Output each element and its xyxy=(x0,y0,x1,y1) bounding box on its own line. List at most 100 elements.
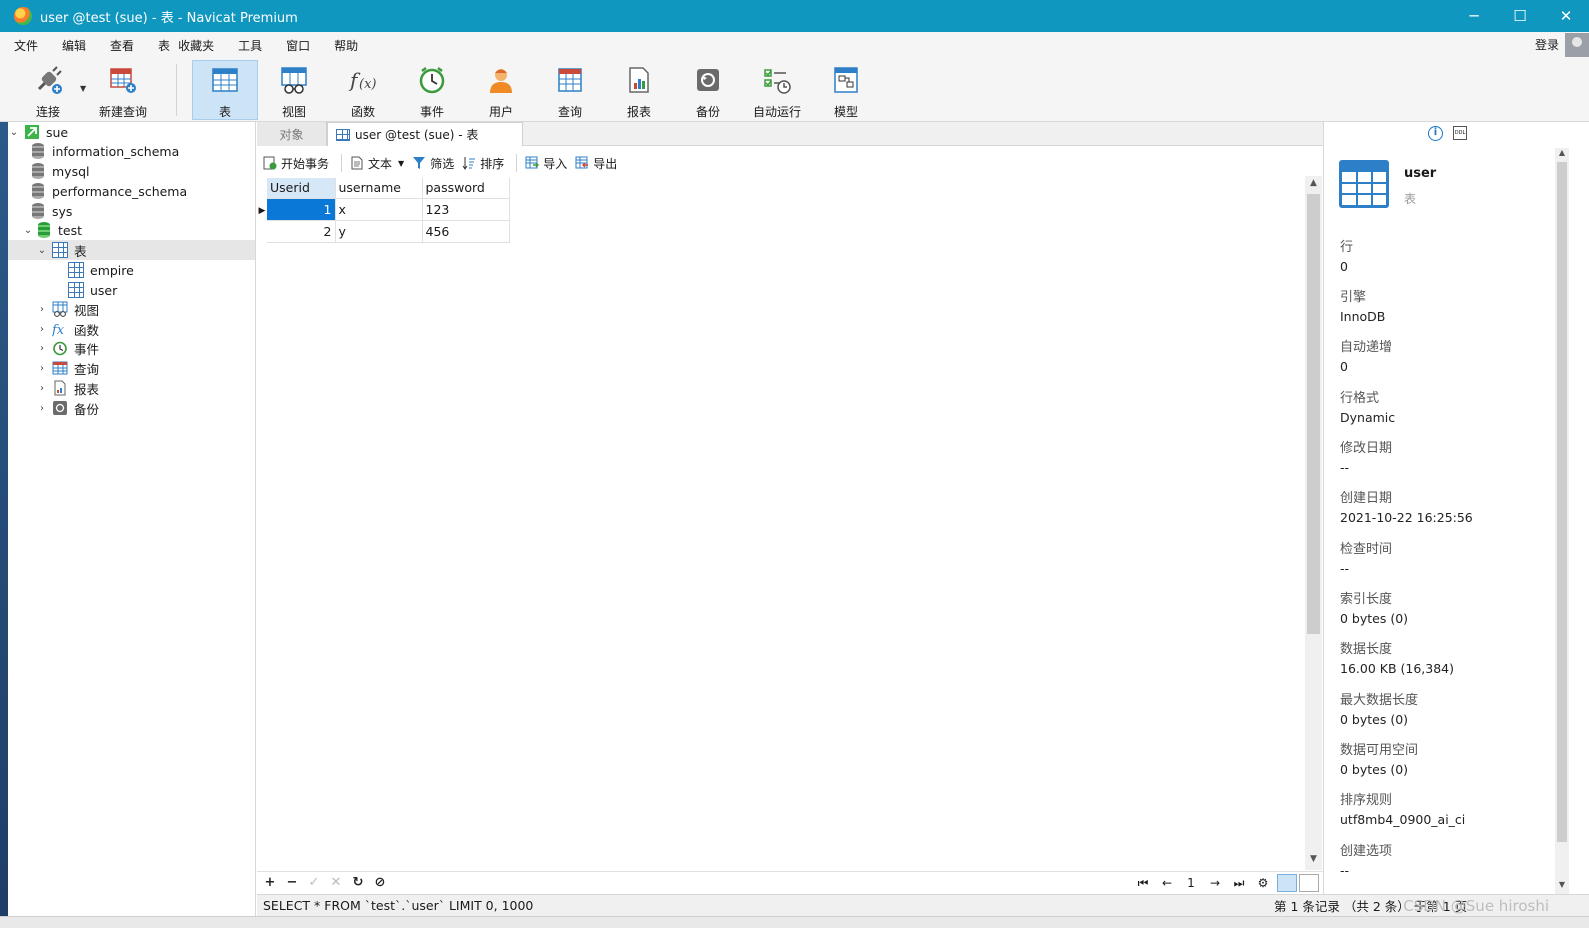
chevron-down-icon[interactable]: ▼ xyxy=(398,159,404,168)
table-cell[interactable]: x xyxy=(335,198,423,221)
column-header-password[interactable]: password xyxy=(422,178,510,199)
new-query-label: 新建查询 xyxy=(98,105,147,119)
page-number[interactable]: 1 xyxy=(1179,876,1203,890)
backup-button[interactable]: 备份 xyxy=(675,60,741,120)
property-value: 0 bytes (0) xyxy=(1340,762,1409,777)
user-button[interactable]: 用户 xyxy=(468,60,534,120)
column-header-userid[interactable]: Userid xyxy=(267,178,336,199)
property-value: -- xyxy=(1340,460,1350,475)
current-row-marker-icon: ▶ xyxy=(258,206,266,216)
tab-objects[interactable]: 对象 xyxy=(257,122,327,146)
report-button[interactable]: 报表 xyxy=(606,60,672,120)
chevron-right-icon[interactable]: › xyxy=(36,403,48,414)
previous-page-icon[interactable]: ← xyxy=(1155,876,1179,890)
discard-changes-icon[interactable]: ✕ xyxy=(325,875,347,890)
tree-table-empire[interactable]: empire xyxy=(64,260,134,280)
chevron-right-icon[interactable]: › xyxy=(36,324,48,335)
column-header-username[interactable]: username xyxy=(335,178,423,199)
chevron-right-icon[interactable]: › xyxy=(36,383,48,394)
text-button[interactable]: 文本 ▼ xyxy=(350,155,404,172)
scrollbar-thumb[interactable] xyxy=(1557,162,1567,842)
export-button[interactable]: 导出 xyxy=(575,155,617,172)
query-button[interactable]: 查询 xyxy=(537,60,603,120)
chevron-down-icon[interactable]: ⌄ xyxy=(36,245,48,256)
avatar[interactable] xyxy=(1565,33,1589,57)
maximize-button[interactable]: ☐ xyxy=(1497,0,1543,32)
begin-transaction-button[interactable]: 开始事务 xyxy=(263,155,329,172)
tree-db-performance-schema[interactable]: performance_schema xyxy=(26,181,187,201)
menu-table[interactable]: 表 xyxy=(146,37,174,54)
tree-folder-tables[interactable]: ⌄ 表 xyxy=(8,240,255,260)
chevron-down-icon[interactable]: ⌄ xyxy=(8,127,20,138)
scroll-down-icon[interactable]: ▼ xyxy=(1555,880,1569,894)
tree-db-test[interactable]: ⌄ test xyxy=(22,220,82,240)
view-button[interactable]: 视图 xyxy=(261,60,327,120)
apply-changes-icon[interactable]: ✓ xyxy=(303,875,325,890)
menu-edit[interactable]: 编辑 xyxy=(50,37,98,54)
form-view-icon[interactable] xyxy=(1299,874,1319,892)
table-cell[interactable]: 1 xyxy=(267,198,336,221)
model-button[interactable]: 模型 xyxy=(813,60,879,120)
property-auto-increment: 自动递增 0 xyxy=(1340,336,1392,374)
tree-folder-views[interactable]: › 视图 xyxy=(36,299,99,319)
minimize-button[interactable]: ─ xyxy=(1451,0,1497,32)
tree-folder-reports[interactable]: › 报表 xyxy=(36,378,99,398)
menu-favorites[interactable]: 收藏夹 xyxy=(174,37,226,54)
first-page-icon[interactable]: ⏮ xyxy=(1131,876,1155,891)
tree-table-user[interactable]: user xyxy=(64,280,117,300)
grid-vertical-scrollbar[interactable]: ▲ ▼ xyxy=(1305,176,1322,870)
automation-button[interactable]: 自动运行 xyxy=(744,60,810,120)
menu-tools[interactable]: 工具 xyxy=(226,37,274,54)
add-record-icon[interactable]: + xyxy=(259,875,281,890)
grid-view-icon[interactable] xyxy=(1277,874,1297,892)
close-button[interactable]: ✕ xyxy=(1543,0,1589,32)
scrollbar-thumb[interactable] xyxy=(1307,194,1320,634)
table-cell[interactable]: y xyxy=(335,220,423,243)
menu-file[interactable]: 文件 xyxy=(0,37,50,54)
table-cell[interactable]: 2 xyxy=(267,220,336,243)
chevron-right-icon[interactable]: › xyxy=(36,363,48,374)
scroll-down-icon[interactable]: ▼ xyxy=(1305,854,1322,870)
property-create-options: 创建选项 -- xyxy=(1340,840,1392,878)
delete-record-icon[interactable]: − xyxy=(281,875,303,890)
connect-button[interactable]: 连接 xyxy=(15,60,81,120)
ddl-icon[interactable]: DDL xyxy=(1453,126,1467,140)
tree-db-mysql[interactable]: mysql xyxy=(26,161,90,181)
table-cell[interactable]: 123 xyxy=(422,198,510,221)
automation-label: 自动运行 xyxy=(752,105,801,119)
tree-folder-queries[interactable]: › 查询 xyxy=(36,358,99,378)
chevron-right-icon[interactable]: › xyxy=(36,304,48,315)
next-page-icon[interactable]: → xyxy=(1203,876,1227,890)
scroll-up-icon[interactable]: ▲ xyxy=(1305,178,1322,194)
export-label: 导出 xyxy=(593,156,618,171)
tree-db-information-schema[interactable]: information_schema xyxy=(26,141,179,161)
table-cell[interactable]: 456 xyxy=(422,220,510,243)
stop-icon[interactable]: ⊘ xyxy=(369,875,391,890)
tab-user-table[interactable]: user @test (sue) - 表 xyxy=(327,122,523,146)
menu-help[interactable]: 帮助 xyxy=(322,37,370,54)
sort-button[interactable]: 排序 xyxy=(462,155,504,172)
tree-folder-functions[interactable]: › fx 函数 xyxy=(36,319,99,339)
new-query-button[interactable]: 新建查询 xyxy=(90,60,156,120)
event-button[interactable]: 事件 xyxy=(399,60,465,120)
menu-view[interactable]: 查看 xyxy=(98,37,146,54)
login-link[interactable]: 登录 xyxy=(1535,36,1559,53)
info-icon[interactable]: i xyxy=(1428,126,1443,141)
gear-icon[interactable]: ⚙ xyxy=(1251,876,1275,890)
chevron-down-icon[interactable]: ⌄ xyxy=(22,225,34,236)
refresh-icon[interactable]: ↻ xyxy=(347,875,369,890)
table-button[interactable]: 表 xyxy=(192,60,258,120)
tree-connection-sue[interactable]: ⌄ sue xyxy=(8,122,68,142)
connect-dropdown-icon[interactable]: ▼ xyxy=(80,84,86,93)
tree-folder-backups[interactable]: › 备份 xyxy=(36,398,99,418)
menu-window[interactable]: 窗口 xyxy=(274,37,322,54)
tree-db-sys[interactable]: sys xyxy=(26,201,72,221)
chevron-right-icon[interactable]: › xyxy=(36,343,48,354)
tree-folder-events[interactable]: › 事件 xyxy=(36,338,99,358)
last-page-icon[interactable]: ⏭ xyxy=(1227,876,1251,891)
import-button[interactable]: 导入 xyxy=(525,155,567,172)
filter-button[interactable]: 筛选 xyxy=(412,155,454,172)
function-button[interactable]: f (x) 函数 xyxy=(330,60,396,120)
info-panel-scrollbar[interactable]: ▲ ▼ xyxy=(1555,148,1569,894)
scroll-up-icon[interactable]: ▲ xyxy=(1555,148,1569,162)
